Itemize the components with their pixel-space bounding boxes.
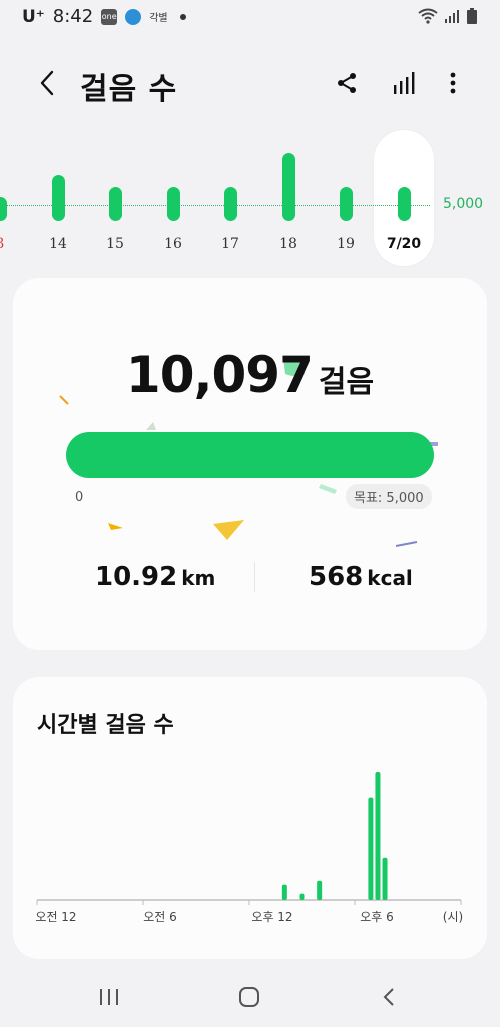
hourly-chart: 오전 12 오전 6 오후 12 오후 6 (시) <box>35 772 463 924</box>
day-item-2[interactable]: 15 <box>85 130 145 270</box>
day-item-5[interactable]: 18 <box>258 130 318 270</box>
goal-badge: 목표: 5,000 <box>346 484 432 509</box>
share-button[interactable] <box>330 66 364 100</box>
day-bar <box>398 187 411 221</box>
status-bar-right <box>418 8 478 24</box>
steps-unit: 걸음 <box>318 365 375 400</box>
day-bar <box>0 197 7 221</box>
calories-unit: kcal <box>367 566 413 590</box>
distance-unit: km <box>181 566 216 590</box>
distance-value: 10.92 <box>95 562 178 592</box>
x-tick-label: 오후 6 <box>360 910 394 924</box>
x-tick-label: 오후 12 <box>251 910 292 924</box>
day-bar <box>167 187 180 221</box>
battery-icon <box>467 8 477 24</box>
home-icon <box>239 987 259 1007</box>
hourly-bar <box>375 772 381 900</box>
x-tick-label: (시) <box>443 910 463 924</box>
system-nav-bar <box>0 968 500 1027</box>
day-label: 19 <box>337 236 355 252</box>
back-button[interactable] <box>30 66 64 100</box>
progress-min-label: 0 <box>75 490 84 505</box>
day-item-3[interactable]: 16 <box>143 130 203 270</box>
day-bar <box>52 175 65 221</box>
hourly-bar <box>382 857 388 900</box>
wifi-icon <box>418 8 438 24</box>
notification-text: 각별 <box>149 13 168 24</box>
hourly-bar <box>317 880 323 900</box>
hourly-bar <box>299 893 305 900</box>
hourly-bar <box>281 884 287 900</box>
carrier-label: U⁺ <box>22 6 45 27</box>
day-bar <box>282 153 295 221</box>
page-title: 걸음 수 <box>80 72 178 107</box>
day-label: 18 <box>279 236 297 252</box>
more-vertical-icon <box>450 72 456 94</box>
day-label: 3 <box>0 236 30 252</box>
day-item-1[interactable]: 14 <box>28 130 88 270</box>
day-bar <box>340 187 353 221</box>
signal-icon <box>445 10 459 23</box>
clock: 8:42 <box>52 6 94 27</box>
calories-value: 568 <box>309 562 364 592</box>
x-tick-label: 오전 12 <box>35 910 76 924</box>
back-icon <box>383 988 394 1006</box>
day-item-7[interactable]: 7/20 <box>374 130 434 266</box>
steps-summary-card: 10,097 걸음 0 목표: 5,000 10.92 km 568 kcal <box>13 278 487 650</box>
day-item-0[interactable]: 3 <box>0 130 30 270</box>
globe-icon <box>125 8 142 25</box>
weekly-chart: 3 14 15 16 17 18 19 7/20 5,000 <box>0 130 500 270</box>
day-item-4[interactable]: 17 <box>200 130 260 270</box>
home-button[interactable] <box>229 980 269 1014</box>
app-badge-icon: one <box>101 8 118 25</box>
chevron-left-icon <box>40 70 54 96</box>
goal-line-label: 5,000 <box>443 196 484 212</box>
day-label: 15 <box>106 236 124 252</box>
bar-chart-icon <box>394 72 415 94</box>
steps-total: 10,097 걸음 <box>13 346 487 404</box>
nav-back-button[interactable] <box>369 980 409 1014</box>
day-label: 7/20 <box>386 236 422 252</box>
day-item-6[interactable]: 19 <box>316 130 376 270</box>
distance-stat: 10.92 km <box>95 562 215 592</box>
day-label: 16 <box>164 236 182 252</box>
dot-icon <box>179 13 186 20</box>
status-bar-left: U⁺ 8:42 one 각별 <box>22 6 186 27</box>
day-label: 17 <box>221 236 239 252</box>
status-bar: U⁺ 8:42 one 각별 <box>0 0 500 34</box>
more-options-button[interactable] <box>436 66 470 100</box>
goal-line <box>0 205 430 206</box>
calories-stat: 568 kcal <box>309 562 413 592</box>
recent-apps-button[interactable] <box>89 980 129 1014</box>
recent-apps-icon <box>100 989 118 1005</box>
hourly-steps-card[interactable]: 시간별 걸음 수 오전 12 오전 6 오후 12 오후 6 (시) <box>13 677 487 959</box>
day-bar <box>109 187 122 221</box>
day-label: 14 <box>49 236 67 252</box>
day-bar <box>224 187 237 221</box>
app-header: 걸음 수 <box>0 52 500 116</box>
stat-divider <box>254 562 255 592</box>
chart-button[interactable] <box>386 66 420 100</box>
goal-progress-bar <box>66 432 434 478</box>
x-tick-label: 오전 6 <box>143 910 177 924</box>
steps-count: 10,097 <box>125 346 314 404</box>
share-icon <box>338 73 356 93</box>
hourly-bar <box>368 797 374 900</box>
